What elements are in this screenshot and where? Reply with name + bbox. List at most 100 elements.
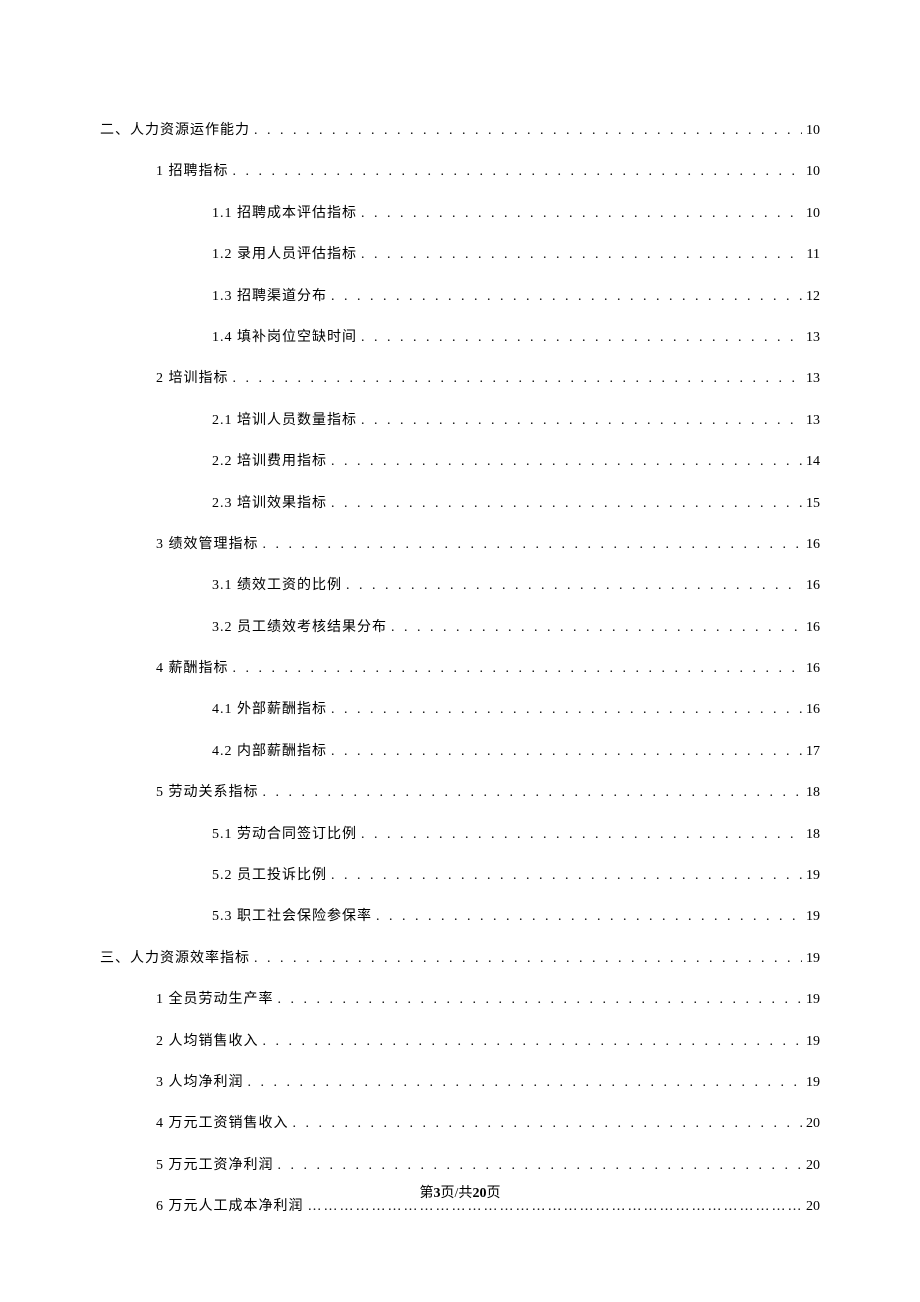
toc-leader: . . . . . . . . . . . . . . . . . . . . … [361,824,802,846]
toc-title: 5.2 员工投诉比例 [212,865,327,887]
toc-leader: . . . . . . . . . . . . . . . . . . . . … [346,575,802,597]
toc-leader: . . . . . . . . . . . . . . . . . . . . … [278,989,803,1011]
toc-title: 5.1 劳动合同签订比例 [212,824,357,846]
toc-entry: 3 人均净利润 . . . . . . . . . . . . . . . . … [156,1072,820,1094]
toc-page-number: 13 [806,368,820,390]
toc-leader: . . . . . . . . . . . . . . . . . . . . … [361,327,802,349]
footer-prefix: 第 [420,1186,434,1201]
toc-page-number: 16 [806,575,820,597]
toc-title: 4.1 外部薪酬指标 [212,699,327,721]
toc-page-number: 10 [806,161,820,183]
toc-page-number: 15 [806,493,820,515]
toc-leader: . . . . . . . . . . . . . . . . . . . . … [361,203,802,225]
toc-entry: 二、人力资源运作能力 . . . . . . . . . . . . . . .… [100,120,820,142]
toc-entry: 2.2 培训费用指标 . . . . . . . . . . . . . . .… [212,451,820,473]
toc-entry: 2 人均销售收入 . . . . . . . . . . . . . . . .… [156,1031,820,1053]
toc-entry: 4.2 内部薪酬指标 . . . . . . . . . . . . . . .… [212,741,820,763]
toc-entry: 1.4 填补岗位空缺时间 . . . . . . . . . . . . . .… [212,327,820,349]
toc-page-number: 16 [806,699,820,721]
toc-page-number: 20 [806,1155,820,1177]
toc-leader: . . . . . . . . . . . . . . . . . . . . … [233,161,803,183]
page-footer: 第3页/共20页 [0,1182,920,1202]
toc-page-number: 19 [806,1031,820,1053]
footer-suffix: 页 [486,1186,500,1201]
toc-leader: . . . . . . . . . . . . . . . . . . . . … [331,286,802,308]
toc-page-number: 10 [806,120,820,142]
toc-leader: . . . . . . . . . . . . . . . . . . . . … [331,699,802,721]
toc-title: 5.3 职工社会保险参保率 [212,906,372,928]
toc-leader: . . . . . . . . . . . . . . . . . . . . … [233,658,803,680]
toc-leader: . . . . . . . . . . . . . . . . . . . . … [233,368,803,390]
toc-page-number: 11 [807,244,820,266]
toc-entry: 三、人力资源效率指标 . . . . . . . . . . . . . . .… [100,948,820,970]
footer-current-page: 3 [434,1186,441,1201]
toc-entry: 5 万元工资净利润 . . . . . . . . . . . . . . . … [156,1155,820,1177]
toc-page-number: 18 [806,782,820,804]
toc-title: 5 万元工资净利润 [156,1155,274,1177]
toc-title: 1.1 招聘成本评估指标 [212,203,357,225]
toc-title: 4.2 内部薪酬指标 [212,741,327,763]
toc-title: 二、人力资源运作能力 [100,120,250,142]
toc-title: 2.2 培训费用指标 [212,451,327,473]
toc-leader: . . . . . . . . . . . . . . . . . . . . … [263,782,803,804]
toc-entry: 4.1 外部薪酬指标 . . . . . . . . . . . . . . .… [212,699,820,721]
toc-entry: 4 万元工资销售收入 . . . . . . . . . . . . . . .… [156,1113,820,1135]
toc-page-number: 16 [806,534,820,556]
toc-container: 二、人力资源运作能力 . . . . . . . . . . . . . . .… [0,0,920,1219]
toc-entry: 3 绩效管理指标 . . . . . . . . . . . . . . . .… [156,534,820,556]
toc-entry: 3.2 员工绩效考核结果分布 . . . . . . . . . . . . .… [212,617,820,639]
toc-entry: 5.1 劳动合同签订比例 . . . . . . . . . . . . . .… [212,824,820,846]
toc-page-number: 18 [806,824,820,846]
toc-entry: 2 培训指标 . . . . . . . . . . . . . . . . .… [156,368,820,390]
toc-title: 三、人力资源效率指标 [100,948,250,970]
toc-title: 3 人均净利润 [156,1072,244,1094]
toc-leader: . . . . . . . . . . . . . . . . . . . . … [361,244,803,266]
toc-leader: . . . . . . . . . . . . . . . . . . . . … [248,1072,803,1094]
toc-page-number: 19 [806,989,820,1011]
toc-title: 1 招聘指标 [156,161,229,183]
toc-leader: . . . . . . . . . . . . . . . . . . . . … [263,1031,803,1053]
footer-total-pages: 20 [472,1186,486,1201]
toc-page-number: 19 [806,906,820,928]
toc-title: 2.1 培训人员数量指标 [212,410,357,432]
toc-title: 1.3 招聘渠道分布 [212,286,327,308]
toc-title: 3.1 绩效工资的比例 [212,575,342,597]
toc-page-number: 16 [806,658,820,680]
toc-title: 5 劳动关系指标 [156,782,259,804]
toc-entry: 2.3 培训效果指标 . . . . . . . . . . . . . . .… [212,493,820,515]
toc-title: 2.3 培训效果指标 [212,493,327,515]
toc-title: 1.4 填补岗位空缺时间 [212,327,357,349]
toc-title: 1.2 录用人员评估指标 [212,244,357,266]
toc-leader: . . . . . . . . . . . . . . . . . . . . … [331,451,802,473]
toc-page-number: 10 [806,203,820,225]
toc-page-number: 14 [806,451,820,473]
toc-leader: . . . . . . . . . . . . . . . . . . . . … [331,865,802,887]
toc-leader: . . . . . . . . . . . . . . . . . . . . … [391,617,802,639]
toc-page-number: 13 [806,327,820,349]
toc-entry: 1 招聘指标 . . . . . . . . . . . . . . . . .… [156,161,820,183]
toc-leader: . . . . . . . . . . . . . . . . . . . . … [361,410,802,432]
toc-entry: 1.2 录用人员评估指标 . . . . . . . . . . . . . .… [212,244,820,266]
toc-entry: 1 全员劳动生产率 . . . . . . . . . . . . . . . … [156,989,820,1011]
toc-entry: 1.3 招聘渠道分布 . . . . . . . . . . . . . . .… [212,286,820,308]
toc-leader: . . . . . . . . . . . . . . . . . . . . … [278,1155,803,1177]
toc-title: 4 万元工资销售收入 [156,1113,289,1135]
toc-page-number: 17 [806,741,820,763]
toc-page-number: 16 [806,617,820,639]
toc-leader: . . . . . . . . . . . . . . . . . . . . … [376,906,802,928]
toc-leader: . . . . . . . . . . . . . . . . . . . . … [254,120,802,142]
toc-entry: 2.1 培训人员数量指标 . . . . . . . . . . . . . .… [212,410,820,432]
toc-title: 3 绩效管理指标 [156,534,259,556]
toc-page-number: 20 [806,1113,820,1135]
toc-page-number: 12 [806,286,820,308]
footer-middle: 页/共 [441,1186,473,1201]
toc-leader: . . . . . . . . . . . . . . . . . . . . … [263,534,803,556]
toc-title: 2 培训指标 [156,368,229,390]
toc-entry: 1.1 招聘成本评估指标 . . . . . . . . . . . . . .… [212,203,820,225]
toc-entry: 5.3 职工社会保险参保率 . . . . . . . . . . . . . … [212,906,820,928]
toc-entry: 5 劳动关系指标 . . . . . . . . . . . . . . . .… [156,782,820,804]
toc-title: 1 全员劳动生产率 [156,989,274,1011]
toc-leader: . . . . . . . . . . . . . . . . . . . . … [331,741,802,763]
toc-page-number: 19 [806,865,820,887]
toc-page-number: 13 [806,410,820,432]
